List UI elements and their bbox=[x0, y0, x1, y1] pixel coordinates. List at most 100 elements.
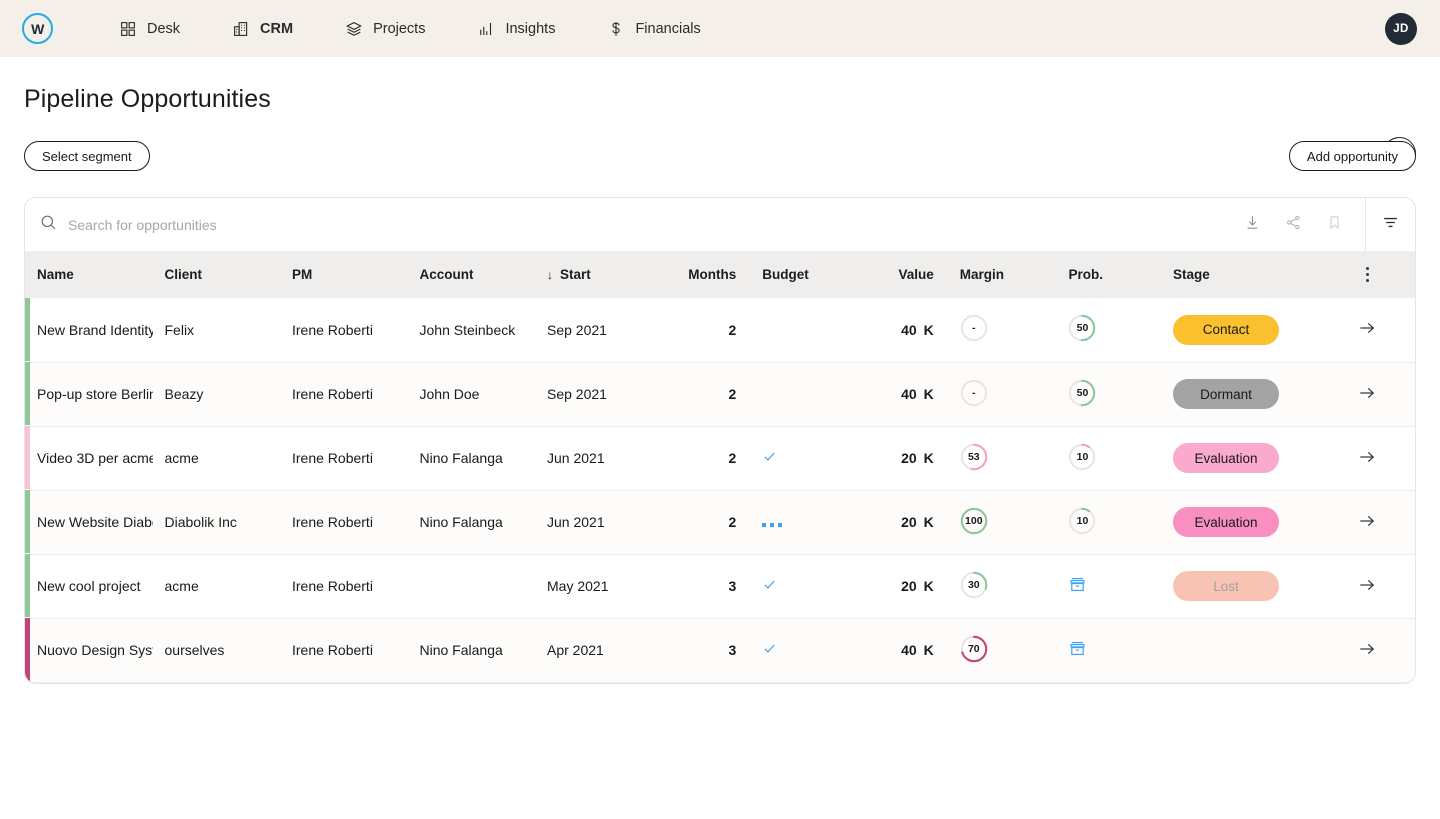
arrow-right-icon[interactable] bbox=[1357, 511, 1377, 534]
cell-value: 20 K bbox=[860, 490, 948, 554]
stage-badge[interactable]: Evaluation bbox=[1172, 443, 1279, 473]
select-segment-button[interactable]: Select segment bbox=[24, 141, 150, 171]
nav-item-label: Projects bbox=[373, 20, 426, 37]
table-row[interactable]: New cool project acme Irene Roberti May 202… bbox=[25, 554, 1415, 618]
opportunity-name: Video 3D per acme bbox=[37, 450, 153, 466]
value-unit: K bbox=[923, 578, 934, 594]
share-icon[interactable] bbox=[1285, 214, 1302, 236]
arrow-right-icon[interactable] bbox=[1357, 318, 1377, 341]
column-header-budget[interactable]: Budget bbox=[750, 251, 860, 298]
stage-badge[interactable]: Contact bbox=[1172, 314, 1279, 345]
nav-item-projects[interactable]: Projects bbox=[345, 20, 425, 38]
value-amount: 40 bbox=[901, 642, 917, 658]
cell-value: 40 K bbox=[860, 298, 948, 362]
arrow-right-icon[interactable] bbox=[1357, 383, 1377, 406]
download-icon[interactable] bbox=[1244, 214, 1261, 236]
table-row[interactable]: New Website Diabolik Diabolik Inc Irene Ro… bbox=[25, 490, 1415, 554]
client-name: acme bbox=[164, 578, 199, 594]
arrow-right-icon[interactable] bbox=[1357, 447, 1377, 470]
cell-client: Diabolik Inc bbox=[153, 490, 281, 554]
table-row[interactable]: Pop-up store Berlin Beazy Irene Roberti Joh… bbox=[25, 362, 1415, 426]
months-value: 3 bbox=[728, 578, 737, 594]
column-header-name[interactable]: Name bbox=[25, 251, 153, 298]
column-header-stage[interactable]: Stage bbox=[1161, 251, 1320, 298]
opportunity-name: New Website Diabolik bbox=[37, 514, 153, 530]
start-date: Sep 2021 bbox=[547, 386, 607, 402]
cell-prob bbox=[1056, 554, 1161, 618]
value-unit: K bbox=[923, 450, 934, 466]
row-status-bar bbox=[25, 362, 30, 425]
value-amount: 40 bbox=[901, 321, 917, 338]
start-date: Jun 2021 bbox=[547, 514, 605, 530]
bar-chart-icon bbox=[477, 20, 495, 38]
value-amount: 20 bbox=[901, 578, 917, 594]
nav-item-financials[interactable]: Financials bbox=[607, 20, 701, 38]
cell-stage: Lost bbox=[1161, 554, 1320, 618]
stage-badge[interactable]: Dormant bbox=[1172, 379, 1279, 409]
cell-client: acme bbox=[153, 426, 281, 490]
cell-row-action[interactable] bbox=[1320, 362, 1415, 426]
table-row[interactable]: Video 3D per acme acme Irene Roberti Nino F… bbox=[25, 426, 1415, 490]
nav-item-insights[interactable]: Insights bbox=[477, 20, 555, 38]
cell-row-action[interactable] bbox=[1320, 426, 1415, 490]
bookmark-icon[interactable] bbox=[1326, 214, 1343, 236]
cell-months: 3 bbox=[665, 618, 751, 682]
nav-item-label: Financials bbox=[635, 20, 701, 37]
pm-name: Irene Roberti bbox=[292, 386, 373, 402]
column-header-value[interactable]: Value bbox=[860, 251, 948, 298]
arrow-right-icon[interactable] bbox=[1357, 639, 1377, 662]
add-opportunity-button[interactable]: Add opportunity bbox=[1288, 141, 1416, 171]
nav-item-crm[interactable]: CRM bbox=[232, 20, 293, 38]
table-row[interactable]: New Brand Identity Felix Irene Roberti John… bbox=[25, 298, 1415, 362]
start-date: May 2021 bbox=[547, 578, 609, 594]
stage-badge[interactable]: Evaluation bbox=[1172, 507, 1279, 537]
cell-row-action[interactable] bbox=[1320, 298, 1415, 362]
column-header-client[interactable]: Client bbox=[153, 251, 281, 298]
cell-account: John Doe bbox=[408, 362, 536, 426]
start-date: Jun 2021 bbox=[547, 450, 605, 466]
column-header-label: Months bbox=[688, 267, 737, 282]
avatar[interactable]: JD bbox=[1385, 13, 1417, 45]
search-input[interactable] bbox=[68, 216, 1244, 233]
column-header-label: Stage bbox=[1172, 267, 1210, 282]
cell-months: 2 bbox=[665, 298, 751, 362]
app-logo[interactable]: W bbox=[22, 13, 53, 44]
column-header-prob[interactable]: Prob. bbox=[1056, 251, 1161, 298]
cell-prob: 50 bbox=[1056, 298, 1161, 362]
cell-account: Nino Falanga bbox=[408, 426, 536, 490]
table-row[interactable]: Nuovo Design System ourselves Irene Robert… bbox=[25, 618, 1415, 682]
value-unit: K bbox=[923, 386, 934, 402]
cell-stage: Evaluation bbox=[1161, 426, 1320, 490]
column-header-margin[interactable]: Margin bbox=[948, 251, 1057, 298]
column-header-account[interactable]: Account bbox=[408, 251, 536, 298]
cell-prob: 10 bbox=[1056, 426, 1161, 490]
stage-badge[interactable]: Lost bbox=[1172, 571, 1279, 601]
cell-prob bbox=[1056, 618, 1161, 682]
nav-item-desk[interactable]: Desk bbox=[119, 20, 180, 38]
table-options-header[interactable] bbox=[1320, 251, 1415, 298]
search-toolbar bbox=[25, 198, 1415, 251]
margin-value: 30 bbox=[967, 578, 980, 591]
account-name: John Doe bbox=[419, 386, 480, 402]
budget-check-icon bbox=[762, 579, 777, 595]
opportunity-name: Pop-up store Berlin bbox=[37, 386, 153, 402]
cell-row-action[interactable] bbox=[1320, 618, 1415, 682]
cell-account bbox=[408, 554, 536, 618]
cell-row-action[interactable] bbox=[1320, 490, 1415, 554]
cell-row-action[interactable] bbox=[1320, 554, 1415, 618]
probability-value: 10 bbox=[1076, 514, 1089, 527]
cell-name: New Brand Identity bbox=[25, 298, 153, 362]
column-header-pm[interactable]: PM bbox=[280, 251, 408, 298]
cell-budget bbox=[750, 490, 860, 554]
column-header-months[interactable]: Months bbox=[665, 251, 751, 298]
probability-value: 50 bbox=[1076, 322, 1089, 335]
arrow-right-icon[interactable] bbox=[1357, 575, 1377, 598]
opportunities-card: Name Client PM Account ↓ Start Months Budget Val… bbox=[24, 197, 1416, 684]
column-header-start[interactable]: ↓ Start bbox=[535, 251, 665, 298]
months-value: 2 bbox=[728, 450, 737, 466]
probability-value: 10 bbox=[1076, 450, 1089, 463]
filter-button[interactable] bbox=[1365, 198, 1415, 251]
column-header-label: Value bbox=[898, 267, 934, 282]
probability-ring: 10 bbox=[1068, 443, 1096, 471]
kebab-menu-icon[interactable] bbox=[1320, 267, 1415, 282]
